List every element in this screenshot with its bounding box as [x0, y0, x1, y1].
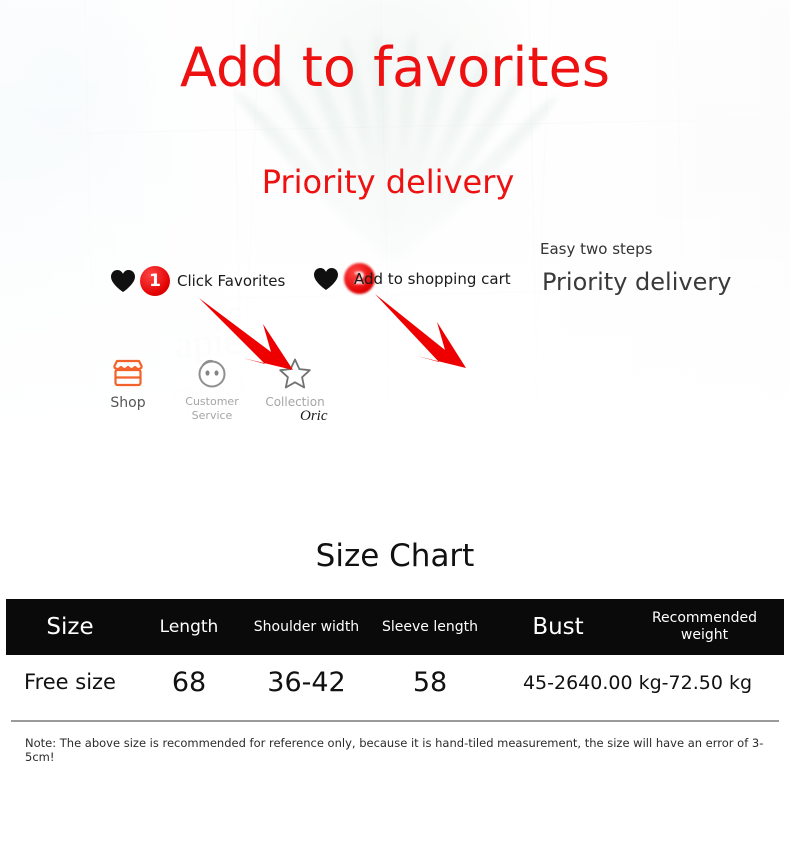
priority-delivery-caption: Priority delivery: [542, 268, 732, 296]
column-header-bust: Bust: [532, 614, 584, 641]
arrow-to-collection-icon: [197, 296, 302, 381]
heart-icon: [110, 269, 136, 293]
column-header-sleeve-length: Sleeve length: [382, 618, 478, 635]
step-label-2: Add to shopping cart: [354, 269, 511, 288]
size-chart-table: Size Length Shoulder width Sleeve length…: [6, 599, 784, 710]
table-divider: [11, 720, 779, 723]
size-chart-note: Note: The above size is recommended for …: [25, 736, 764, 765]
easy-two-steps-caption: Easy two steps: [540, 240, 653, 258]
shop-icon: [88, 353, 168, 393]
column-header-recommended-weight: Recommended weight: [651, 610, 758, 644]
size-chart-section: Size Chart Size Length Shoulder width Sl…: [0, 436, 790, 764]
banner-title: Add to favorites: [180, 36, 610, 99]
cell-shoulder-width: 36-42: [267, 667, 346, 699]
cell-size: Free size: [24, 669, 116, 694]
nav-label-customer-service: Customer Service: [185, 395, 239, 422]
step-marker-1: 1 Click Favorites: [110, 266, 285, 296]
column-header-length: Length: [159, 617, 219, 638]
heart-icon: [313, 267, 339, 291]
banner-subtitle: Priority delivery: [261, 163, 515, 201]
nav-label-shop: Shop: [110, 395, 146, 411]
nav-label-collection: Collection: [265, 395, 325, 409]
step-badge-1: 1: [140, 266, 170, 296]
watermark: Oric: [300, 408, 328, 424]
table-header-row: Size Length Shoulder width Sleeve length…: [6, 599, 784, 656]
cell-bust-and-weight: 45-2640.00 kg-72.50 kg: [522, 671, 753, 694]
arrow-to-cart-button-icon: [373, 292, 473, 379]
column-header-shoulder-width: Shoulder width: [253, 618, 360, 635]
cell-length: 68: [171, 667, 207, 699]
table-row: Free size 68 36-42 58 45-2640.00 kg-72.5…: [6, 655, 784, 710]
size-chart-title: Size Chart: [315, 538, 475, 574]
promo-banner: uc apier ervice Days Add to favorites Pr…: [0, 0, 790, 436]
cell-sleeve-length: 58: [412, 667, 448, 699]
column-header-size: Size: [46, 614, 94, 641]
step-label-1: Click Favorites: [177, 272, 286, 290]
step-marker-2: 2 Add to shopping cart: [313, 263, 511, 294]
nav-item-shop[interactable]: Shop: [88, 353, 168, 411]
